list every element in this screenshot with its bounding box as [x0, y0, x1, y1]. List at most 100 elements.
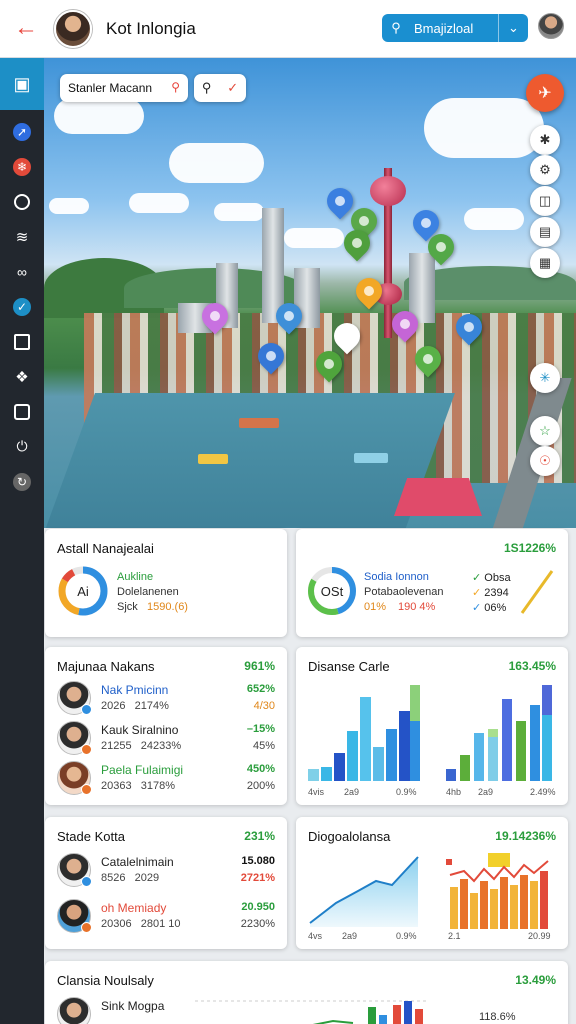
satellite-button[interactable]: ✈: [526, 74, 564, 112]
legend-badge: [488, 853, 510, 867]
analysis-card[interactable]: Astall Nanajealai Ai Aukline Dolelanenen…: [45, 529, 287, 637]
bottom-card[interactable]: Clansia Noulsaly 13.49% Sink Mogpa 118.6…: [45, 961, 568, 1024]
search-icon[interactable]: ⚲: [171, 80, 180, 94]
members-card[interactable]: Majunaa Nakans 961% Nak Pmicinn 2026 217…: [45, 647, 287, 805]
search-icon: ⚲: [391, 20, 401, 35]
list-item[interactable]: Kauk Siralnino 21255 24233% –15% 45%: [57, 721, 275, 761]
list-item[interactable]: Paela Fulaimigi 20363 3178% 450% 200%: [57, 761, 275, 801]
bar: [510, 885, 518, 929]
search-dropdown[interactable]: ⚲ Bmajizloal ⌄: [382, 14, 528, 42]
sub-a: 20306: [101, 918, 132, 930]
pin-icon: ✓: [13, 297, 31, 316]
sidebar-item-building[interactable]: [0, 324, 44, 359]
star-icon: ☆: [539, 423, 551, 438]
sidebar-item-nodes[interactable]: ❖: [0, 359, 44, 394]
distance-card[interactable]: Disanse Carle 163.45% 4vis 2a9 0.9% 4hb …: [296, 647, 568, 805]
list-item[interactable]: Nak Pmicinn 2026 2174% 652% 4/30: [57, 681, 275, 721]
member-name: Nak Pmicinn: [101, 683, 169, 697]
card-line: Dolelanenen: [117, 586, 179, 598]
sub-a: 20363: [101, 780, 132, 792]
cloud: [424, 98, 544, 158]
legend-swatch: [446, 859, 452, 865]
card-value: 163.45%: [508, 659, 556, 673]
list-item[interactable]: oh Memiady 20306 2801 10 20.950 2230%: [57, 899, 275, 939]
state-sub: 8526 2029: [101, 872, 159, 884]
sub-a: 21255: [101, 740, 132, 752]
map-view[interactable]: Stanler Macann ⚲ ⚲ ✓ ✈ ✱ ⚙ ◫ ▤ ▦ ✳ ☆ ☉: [44, 58, 576, 528]
status-badge: [81, 876, 92, 887]
settings-icon: ⚙: [539, 162, 551, 177]
bar: [373, 747, 384, 781]
top-app-bar: ← Kot Inlongia ⚲ Bmajizloal ⌄: [0, 0, 576, 58]
bar: [450, 887, 458, 929]
user-icon: [14, 193, 30, 210]
status-badge: [81, 922, 92, 933]
bar: [460, 879, 468, 929]
sidebar-item-power[interactable]: ⏻: [0, 429, 44, 464]
map-search-field[interactable]: Stanler Macann ⚲: [60, 74, 188, 102]
sidebar-item-pin[interactable]: ✓: [0, 289, 44, 324]
route-icon: ✱: [539, 132, 551, 147]
axis-label: 4hb: [446, 787, 462, 797]
list-item[interactable]: Catalelnimain 8526 2029 15.080 2721%: [57, 853, 275, 893]
bar: [379, 1015, 387, 1024]
bar: [404, 1001, 412, 1024]
avatar[interactable]: [54, 10, 92, 48]
boat: [198, 454, 228, 464]
sidebar-item-user[interactable]: [0, 184, 44, 219]
member-value: –15%: [246, 723, 275, 735]
grid-icon: ▦: [538, 255, 552, 270]
map-filter-button[interactable]: ⚲ ✓: [194, 74, 246, 102]
satellite-icon: ✈: [538, 85, 552, 102]
overview-card[interactable]: 1S1226% OSt Sodia Ionnon Potabaolevenan …: [296, 529, 568, 637]
bar: [393, 1005, 401, 1024]
bar: [446, 769, 456, 781]
sidebar-item-wifi[interactable]: ≋: [0, 219, 44, 254]
donut-chart: Ai: [58, 566, 108, 616]
back-button[interactable]: ←: [12, 14, 40, 42]
bar: [530, 881, 538, 929]
donut-chart: OSt: [308, 567, 356, 615]
compass-button[interactable]: ☉: [530, 446, 560, 476]
grid-button[interactable]: ▦: [530, 248, 560, 278]
combo-chart: [446, 853, 549, 929]
member-name: Kauk Siralnino: [101, 723, 179, 737]
card-line: Sodia Ionnon: [364, 571, 429, 583]
sidebar-item-link[interactable]: ∞: [0, 254, 44, 289]
state-card[interactable]: Stade Kotta 231% Catalelnimain 8526 2029…: [45, 817, 287, 949]
bar: [520, 875, 528, 929]
sub-b: 3178%: [140, 780, 176, 792]
member-value-2: 45%: [252, 740, 275, 752]
card-value: 961%: [244, 659, 275, 673]
bar: [410, 685, 420, 721]
member-value: 652%: [246, 683, 275, 695]
route-button[interactable]: ✱: [530, 125, 560, 155]
sun-button[interactable]: ✳: [530, 363, 560, 393]
dashboard-icon[interactable]: ▣: [0, 58, 44, 110]
bar: [488, 729, 498, 737]
map-search-value: Stanler Macann: [68, 81, 153, 95]
card-title: Astall Nanajealai: [57, 541, 154, 556]
sidebar-item-compass[interactable]: ➚: [0, 114, 44, 149]
layers-icon: [14, 403, 30, 420]
state-value-2: 2721%: [240, 872, 275, 884]
document-button[interactable]: ▤: [530, 217, 560, 247]
axis-label: 0.9%: [396, 787, 417, 797]
user-avatar[interactable]: [538, 13, 564, 39]
bar: [410, 721, 420, 781]
settings-button[interactable]: ⚙: [530, 155, 560, 185]
star-button[interactable]: ☆: [530, 416, 560, 446]
bar: [540, 871, 548, 929]
layers-button[interactable]: ◫: [530, 186, 560, 216]
card-value: 19.14236%: [495, 829, 556, 843]
tv-tower-top: [370, 176, 406, 206]
cloud: [129, 193, 189, 213]
chevron-down-icon[interactable]: ⌄: [498, 14, 528, 42]
page-title: Kot Inlongia: [106, 19, 196, 38]
bar: [334, 753, 345, 781]
sidebar-item-layers[interactable]: [0, 394, 44, 429]
sidebar-item-flame[interactable]: ❄: [0, 149, 44, 184]
bar: [321, 767, 332, 781]
sidebar-item-refresh[interactable]: ↻: [0, 464, 44, 499]
dialog-card[interactable]: Diogoalolansa 19.14236% 4vs 2a9 0.9% 2.1…: [296, 817, 568, 949]
